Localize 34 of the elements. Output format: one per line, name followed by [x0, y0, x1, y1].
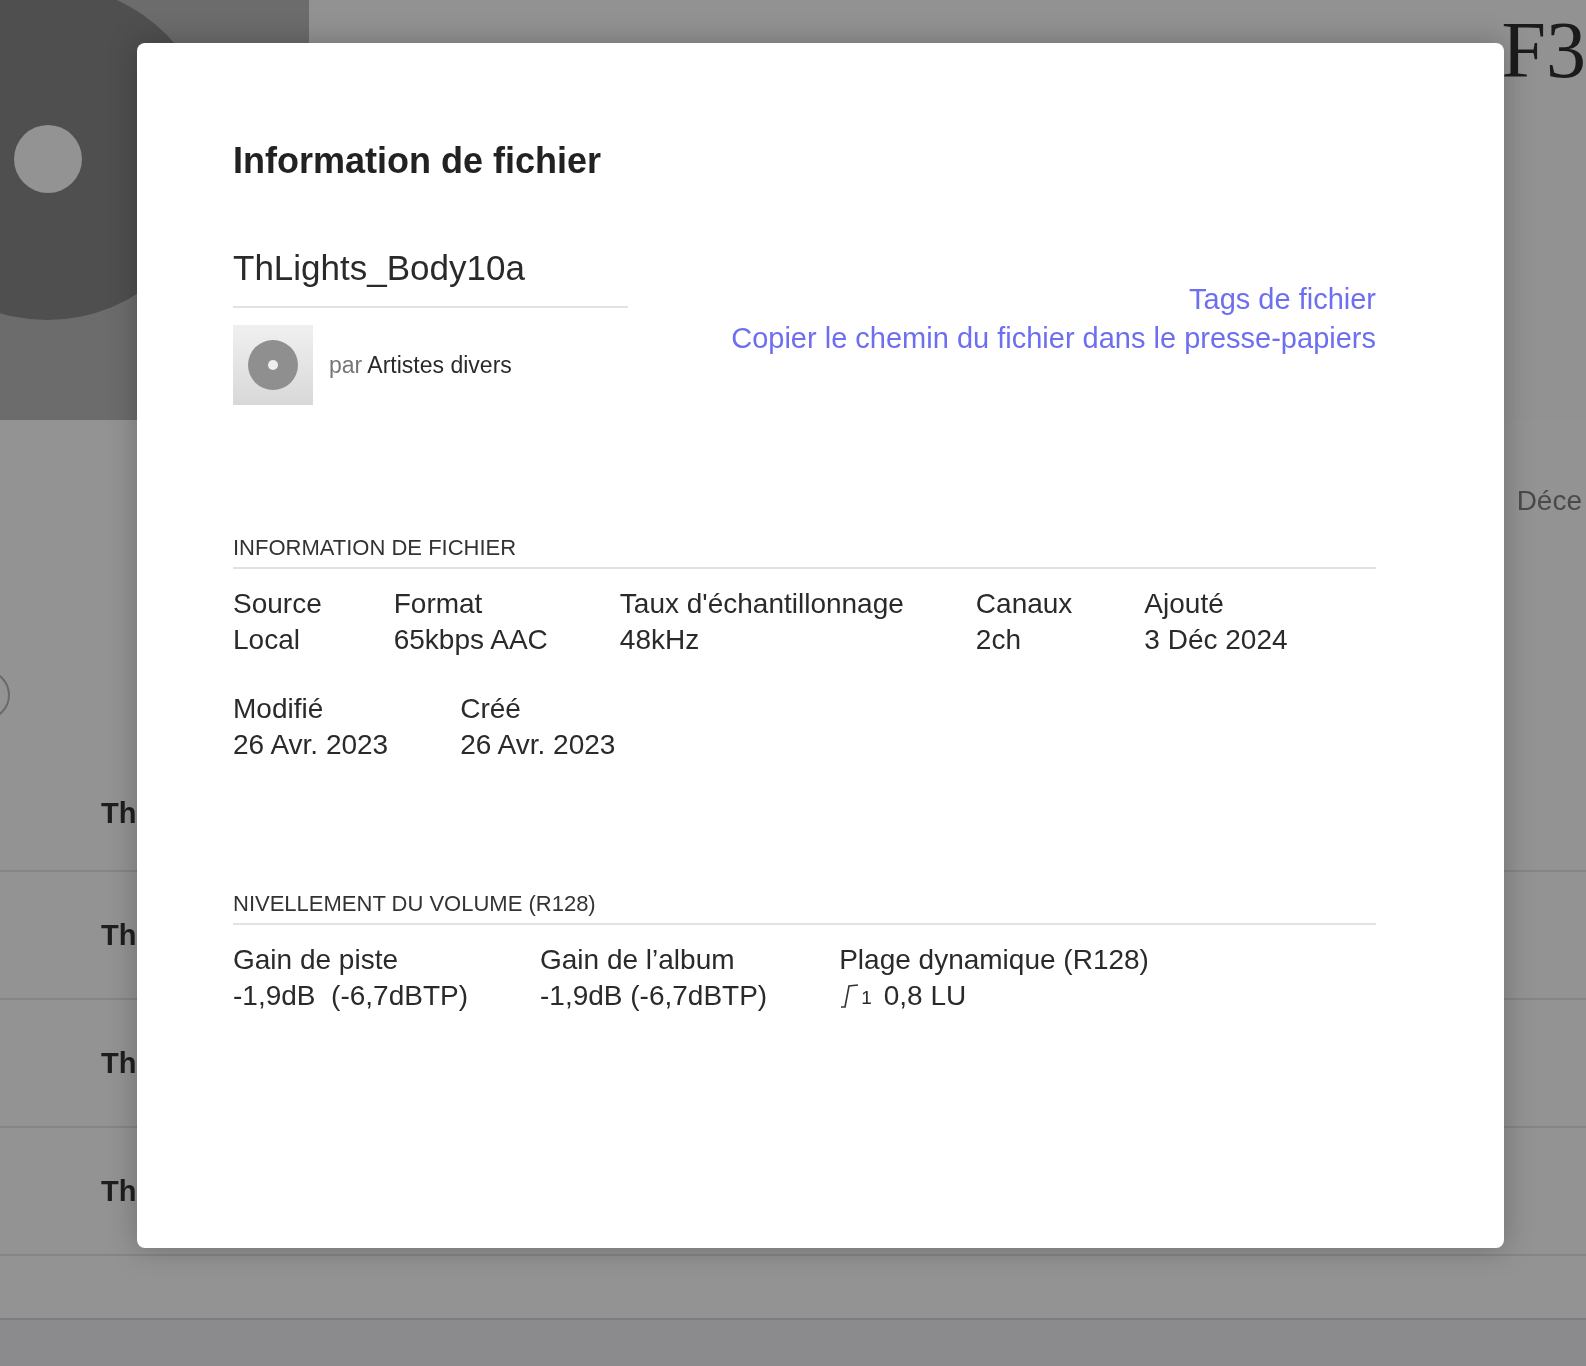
- field-value: 26 Avr. 2023: [233, 728, 389, 762]
- field-label: Source: [233, 587, 322, 621]
- field-label: Gain de l’album: [540, 943, 736, 977]
- field-value: 65kbps AAC: [393, 623, 548, 657]
- field-value: 0,8 LU: [883, 979, 967, 1013]
- field-label: Canaux: [975, 587, 1073, 621]
- field-value: -1,9dB (-6,7dBTP): [233, 979, 468, 1013]
- field-label: Format: [393, 587, 484, 621]
- dialog-title: Information de fichier: [233, 139, 603, 183]
- field-label: Créé: [460, 692, 522, 726]
- field-value: Local: [233, 623, 301, 657]
- field-value: -1,9dB (-6,7dBTP): [540, 979, 768, 1013]
- field-label: Modifié: [233, 692, 325, 726]
- field-value: 2ch: [975, 623, 1022, 657]
- disc-icon: [247, 339, 299, 391]
- field-value: 48kHz: [619, 623, 701, 657]
- link[interactable]: Tags de fichier: [1189, 280, 1376, 319]
- field-label: Taux d'échantillonnage: [619, 587, 904, 621]
- track-name: ThLights_Body10a: [233, 246, 628, 308]
- track-title[interactable]: Th: [101, 797, 137, 830]
- section-heading: INFORMATION DE FICHIER: [233, 535, 1376, 569]
- artist-text: par Artistes divers: [329, 351, 512, 379]
- field-value: 3 Déc 2024: [1144, 623, 1288, 657]
- date-text: Déce: [1516, 485, 1582, 517]
- field-label: Plage dynamique (R128): [839, 943, 1149, 977]
- field-label: Ajouté: [1144, 587, 1225, 621]
- page-title: F3: [1501, 10, 1586, 90]
- field-value: 26 Avr. 2023: [460, 728, 616, 762]
- link[interactable]: Copier le chemin du fichier dans le presse-papiers: [731, 319, 1376, 358]
- section-heading: NIVELLEMENT DU VOLUME (R128): [233, 891, 1376, 925]
- field-label: Gain de piste: [233, 943, 399, 977]
- track-title[interactable]: Th: [101, 1174, 137, 1208]
- track-title[interactable]: Th: [101, 918, 137, 952]
- track-title[interactable]: Th: [101, 1046, 137, 1080]
